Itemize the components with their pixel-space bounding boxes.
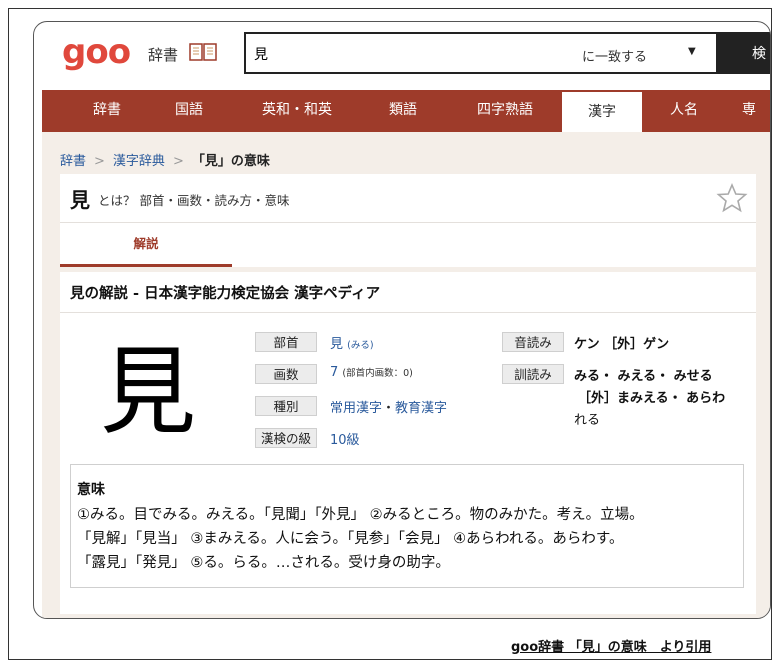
entry-title-suffix: とは？ 部首・画数・読み方・意味 — [98, 193, 290, 208]
breadcrumb-link-jisho[interactable]: 辞書 — [60, 154, 86, 169]
shubetsu-separator: ・ — [382, 401, 396, 416]
shubetsu-link-joyo[interactable]: 常用漢字 — [330, 401, 382, 416]
tab-more[interactable]: 専 — [742, 90, 770, 132]
site-name[interactable]: 辞書 — [148, 44, 178, 65]
entry-title-row: 見 とは？ 部首・画数・読み方・意味 — [60, 174, 756, 223]
meaning-line: ①みる。目でみる。みえる。「見聞」「外見」 ②みるところ。物のみかた。考え。立場… — [77, 507, 644, 523]
tab-ruigo[interactable]: 類語 — [370, 90, 436, 132]
label-bushu: 部首 — [255, 332, 317, 352]
search-input[interactable] — [252, 42, 556, 66]
chevron-down-icon[interactable]: ▼ — [688, 46, 696, 57]
breadcrumb-current: 「見」の意味 — [191, 154, 270, 169]
label-kunyomi: 訓読み — [502, 364, 564, 384]
kunyomi-line-1: みる・ みえる・ みせる — [574, 369, 713, 384]
kunyomi-line-2: ［外］まみえる・ あらわ — [578, 391, 726, 406]
breadcrumb-link-kanji-jiten[interactable]: 漢字辞典 — [113, 154, 165, 169]
content-area: 辞書 > 漢字辞典 > 「見」の意味 見 とは？ 部首・画数・読み方・意味 解説 見の解… — [42, 132, 770, 618]
label-kakusu: 画数 — [255, 364, 317, 384]
kakusu-note: (部首内画数：0) — [342, 368, 413, 379]
breadcrumb-separator: > — [172, 154, 184, 169]
shubetsu-value: 常用漢字・教育漢字 — [330, 397, 447, 416]
shubetsu-link-kyoiku[interactable]: 教育漢字 — [395, 401, 447, 416]
tab-kokugo[interactable]: 国語 — [154, 90, 224, 132]
entry-kanji: 見 — [70, 188, 90, 212]
citation-link[interactable]: goo辞書 「見」の意味 より引用 — [511, 636, 711, 655]
label-onyomi: 音読み — [502, 332, 564, 352]
bushu-value: 見 (みる) — [330, 333, 374, 352]
breadcrumb-separator: > — [94, 154, 105, 169]
outer-frame: goo 辞書 に一致する ▼ 検 辞書 国語 英和・和英 — [8, 8, 772, 660]
meaning-title: 意味 — [77, 482, 105, 498]
star-icon[interactable] — [716, 182, 748, 214]
label-shubetsu: 種別 — [255, 396, 317, 416]
big-kanji: 見 — [100, 336, 196, 448]
onyomi-value: ケン ［外］ゲン — [574, 337, 670, 352]
screenshot-card: goo 辞書 に一致する ▼ 検 辞書 国語 英和・和英 — [33, 21, 771, 619]
kanken-value[interactable]: 10級 — [330, 429, 360, 448]
entry-tab-bar: 解説 — [60, 223, 756, 268]
match-mode-select[interactable]: に一致する — [582, 46, 647, 65]
tab-jisho[interactable]: 辞書 — [72, 90, 142, 132]
tab-eiwa-waei[interactable]: 英和・和英 — [242, 90, 352, 132]
breadcrumb: 辞書 > 漢字辞典 > 「見」の意味 — [60, 150, 270, 169]
search-box: に一致する ▼ 検 — [244, 32, 770, 74]
meaning-box: 意味 ①みる。目でみる。みえる。「見聞」「外見」 ②みるところ。物のみかた。考え… — [70, 464, 744, 588]
kakusu-link[interactable]: 7 — [330, 365, 338, 380]
meaning-text: ①みる。目でみる。みえる。「見聞」「外見」 ②みるところ。物のみかた。考え。立場… — [77, 503, 737, 575]
bushu-link[interactable]: 見 — [330, 337, 343, 352]
bushu-reading: (みる) — [347, 340, 374, 351]
tab-jinmei[interactable]: 人名 — [654, 90, 714, 132]
section-divider — [60, 267, 756, 272]
kakusu-value: 7 (部首内画数：0) — [330, 365, 413, 380]
entry-panel: 見 とは？ 部首・画数・読み方・意味 解説 見の解説 - 日本漢字能力検定協会 … — [60, 174, 756, 614]
meaning-line: 「見解」「見当」 ③まみえる。人に会う。「見参」「会見」 ④あらわれる。あらわす… — [77, 531, 624, 547]
tab-kanji[interactable]: 漢字 — [562, 90, 642, 132]
section-title: 見の解説 - 日本漢字能力検定協会 漢字ペディア — [70, 286, 381, 302]
tab-yojijukugo[interactable]: 四字熟語 — [454, 90, 556, 132]
search-button[interactable]: 検 — [716, 32, 770, 74]
section-divider — [60, 312, 756, 313]
header: goo 辞書 に一致する ▼ 検 — [34, 22, 770, 92]
goo-logo[interactable]: goo — [62, 32, 131, 72]
kunyomi-line-3: れる — [574, 413, 601, 428]
tab-kaisetsu[interactable]: 解説 — [60, 223, 232, 267]
book-icon — [189, 43, 217, 61]
label-kanken: 漢検の級 — [255, 428, 317, 448]
nav-bar: 辞書 国語 英和・和英 類語 四字熟語 漢字 人名 専 — [42, 90, 770, 132]
meaning-line: 「露見」「発見」 ⑤る。らる。…される。受け身の助字。 — [77, 555, 450, 571]
